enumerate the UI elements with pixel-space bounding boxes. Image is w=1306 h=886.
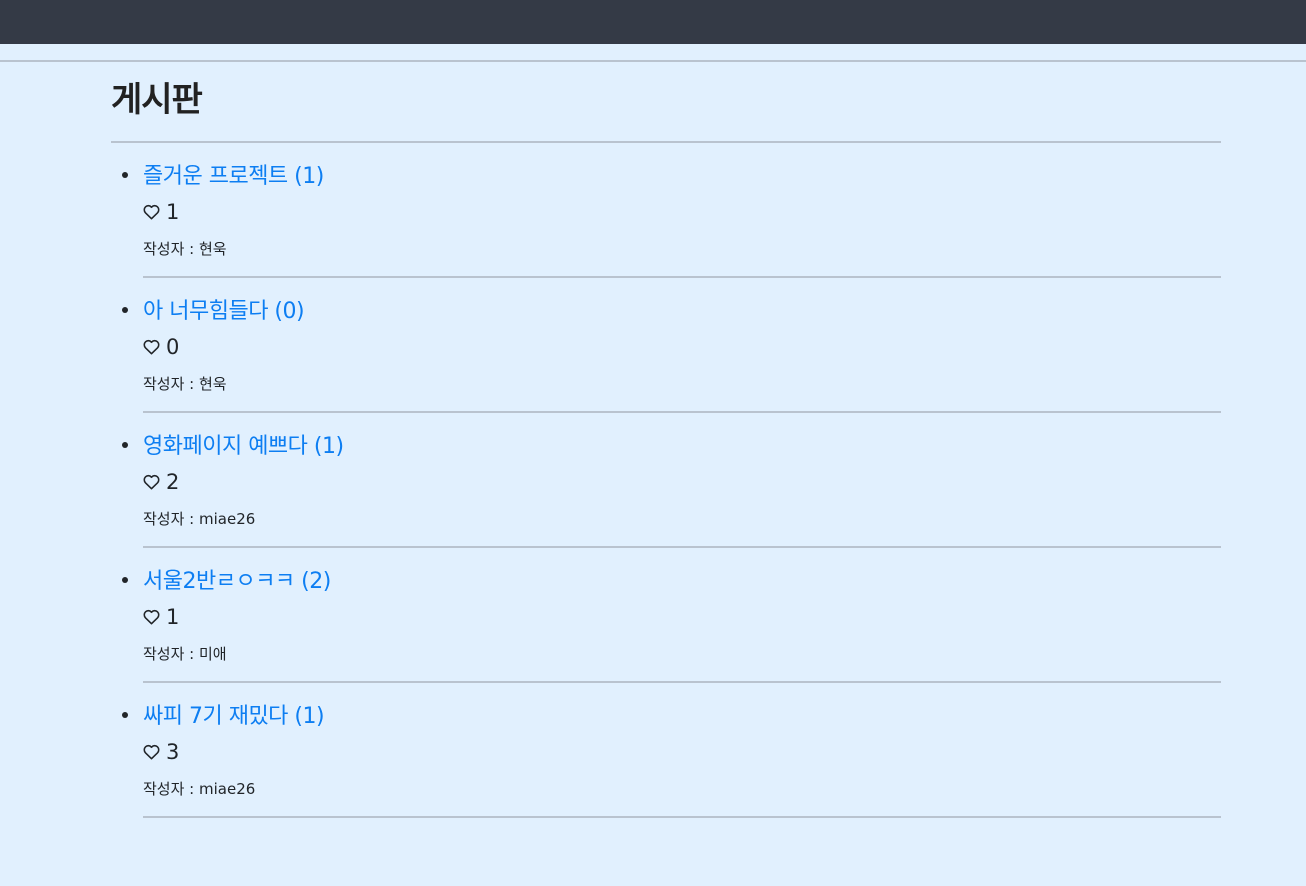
board-container: 게시판 즐거운 프로젝트 (1) 1 작성자 : 현욱 아 너무힘들다 (0) … <box>111 62 1221 818</box>
list-item: 싸피 7기 재밌다 (1) 3 작성자 : miae26 <box>122 683 1221 818</box>
like-count: 1 <box>166 200 180 224</box>
author-label: 작성자 : 현욱 <box>143 240 227 258</box>
like-count: 1 <box>166 605 180 629</box>
list-item: 영화페이지 예쁘다 (1) 2 작성자 : miae26 <box>122 413 1221 548</box>
bullet-marker <box>122 172 128 178</box>
list-item: 아 너무힘들다 (0) 0 작성자 : 현욱 <box>122 278 1221 413</box>
post-title-link[interactable]: 영화페이지 예쁘다 (1) <box>143 428 344 460</box>
like-count: 3 <box>166 740 180 764</box>
heart-outline-icon[interactable] <box>143 744 160 760</box>
post-title-link[interactable]: 서울2반ㄹㅇㅋㅋ (2) <box>143 563 331 595</box>
like-row: 1 <box>143 200 179 224</box>
like-row: 0 <box>143 335 179 359</box>
list-item: 즐거운 프로젝트 (1) 1 작성자 : 현욱 <box>122 143 1221 278</box>
top-navbar <box>0 0 1306 44</box>
heart-outline-icon[interactable] <box>143 339 160 355</box>
bullet-marker <box>122 712 128 718</box>
post-list: 즐거운 프로젝트 (1) 1 작성자 : 현욱 아 너무힘들다 (0) 0 작성… <box>111 143 1221 818</box>
author-label: 작성자 : 현욱 <box>143 375 227 393</box>
post-title-link[interactable]: 즐거운 프로젝트 (1) <box>143 158 324 190</box>
post-title-link[interactable]: 싸피 7기 재밌다 (1) <box>143 698 325 730</box>
bullet-marker <box>122 577 128 583</box>
like-count: 2 <box>166 470 180 494</box>
heart-outline-icon[interactable] <box>143 204 160 220</box>
like-row: 3 <box>143 740 179 764</box>
page-title: 게시판 <box>111 80 203 120</box>
post-title-link[interactable]: 아 너무힘들다 (0) <box>143 293 305 325</box>
author-label: 작성자 : miae26 <box>143 780 256 798</box>
author-label: 작성자 : 미애 <box>143 645 227 663</box>
like-count: 0 <box>166 335 180 359</box>
heart-outline-icon[interactable] <box>143 609 160 625</box>
like-row: 1 <box>143 605 179 629</box>
list-item: 서울2반ㄹㅇㅋㅋ (2) 1 작성자 : 미애 <box>122 548 1221 683</box>
like-row: 2 <box>143 470 179 494</box>
heart-outline-icon[interactable] <box>143 474 160 490</box>
author-label: 작성자 : miae26 <box>143 510 256 528</box>
bullet-marker <box>122 307 128 313</box>
bullet-marker <box>122 442 128 448</box>
